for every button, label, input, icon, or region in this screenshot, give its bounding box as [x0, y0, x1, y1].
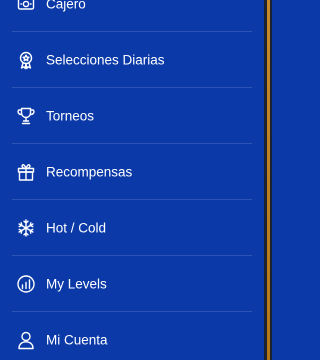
menu-item-label: Cajero [46, 0, 86, 12]
gift-icon [16, 162, 36, 182]
trophy-icon [16, 106, 36, 126]
menu-item-label: Torneos [46, 108, 95, 124]
medal-icon [16, 50, 36, 70]
menu-item-cajero[interactable]: Cajero [0, 0, 264, 32]
levels-icon [16, 274, 36, 294]
side-menu-screen: Cajero Selecciones Diarias Torneos Recom… [0, 0, 272, 360]
menu-item-label: My Levels [46, 276, 107, 292]
menu-item-recompensas[interactable]: Recompensas [0, 144, 264, 200]
menu-item-torneos[interactable]: Torneos [0, 88, 264, 144]
menu-item-selecciones-diarias[interactable]: Selecciones Diarias [0, 32, 264, 88]
menu-item-label: Hot / Cold [46, 220, 107, 236]
menu-item-hot-cold[interactable]: Hot / Cold [0, 200, 264, 256]
menu-item-label: Mi Cuenta [46, 332, 108, 348]
user-icon [16, 330, 36, 350]
background-page-accent [267, 0, 270, 360]
side-menu: Cajero Selecciones Diarias Torneos Recom… [0, 0, 264, 360]
snowflake-icon [16, 218, 36, 238]
menu-item-mi-cuenta[interactable]: Mi Cuenta [0, 312, 264, 360]
menu-item-my-levels[interactable]: My Levels [0, 256, 264, 312]
menu-item-label: Recompensas [46, 164, 133, 180]
menu-item-label: Selecciones Diarias [46, 52, 165, 68]
cashier-icon [16, 0, 36, 14]
